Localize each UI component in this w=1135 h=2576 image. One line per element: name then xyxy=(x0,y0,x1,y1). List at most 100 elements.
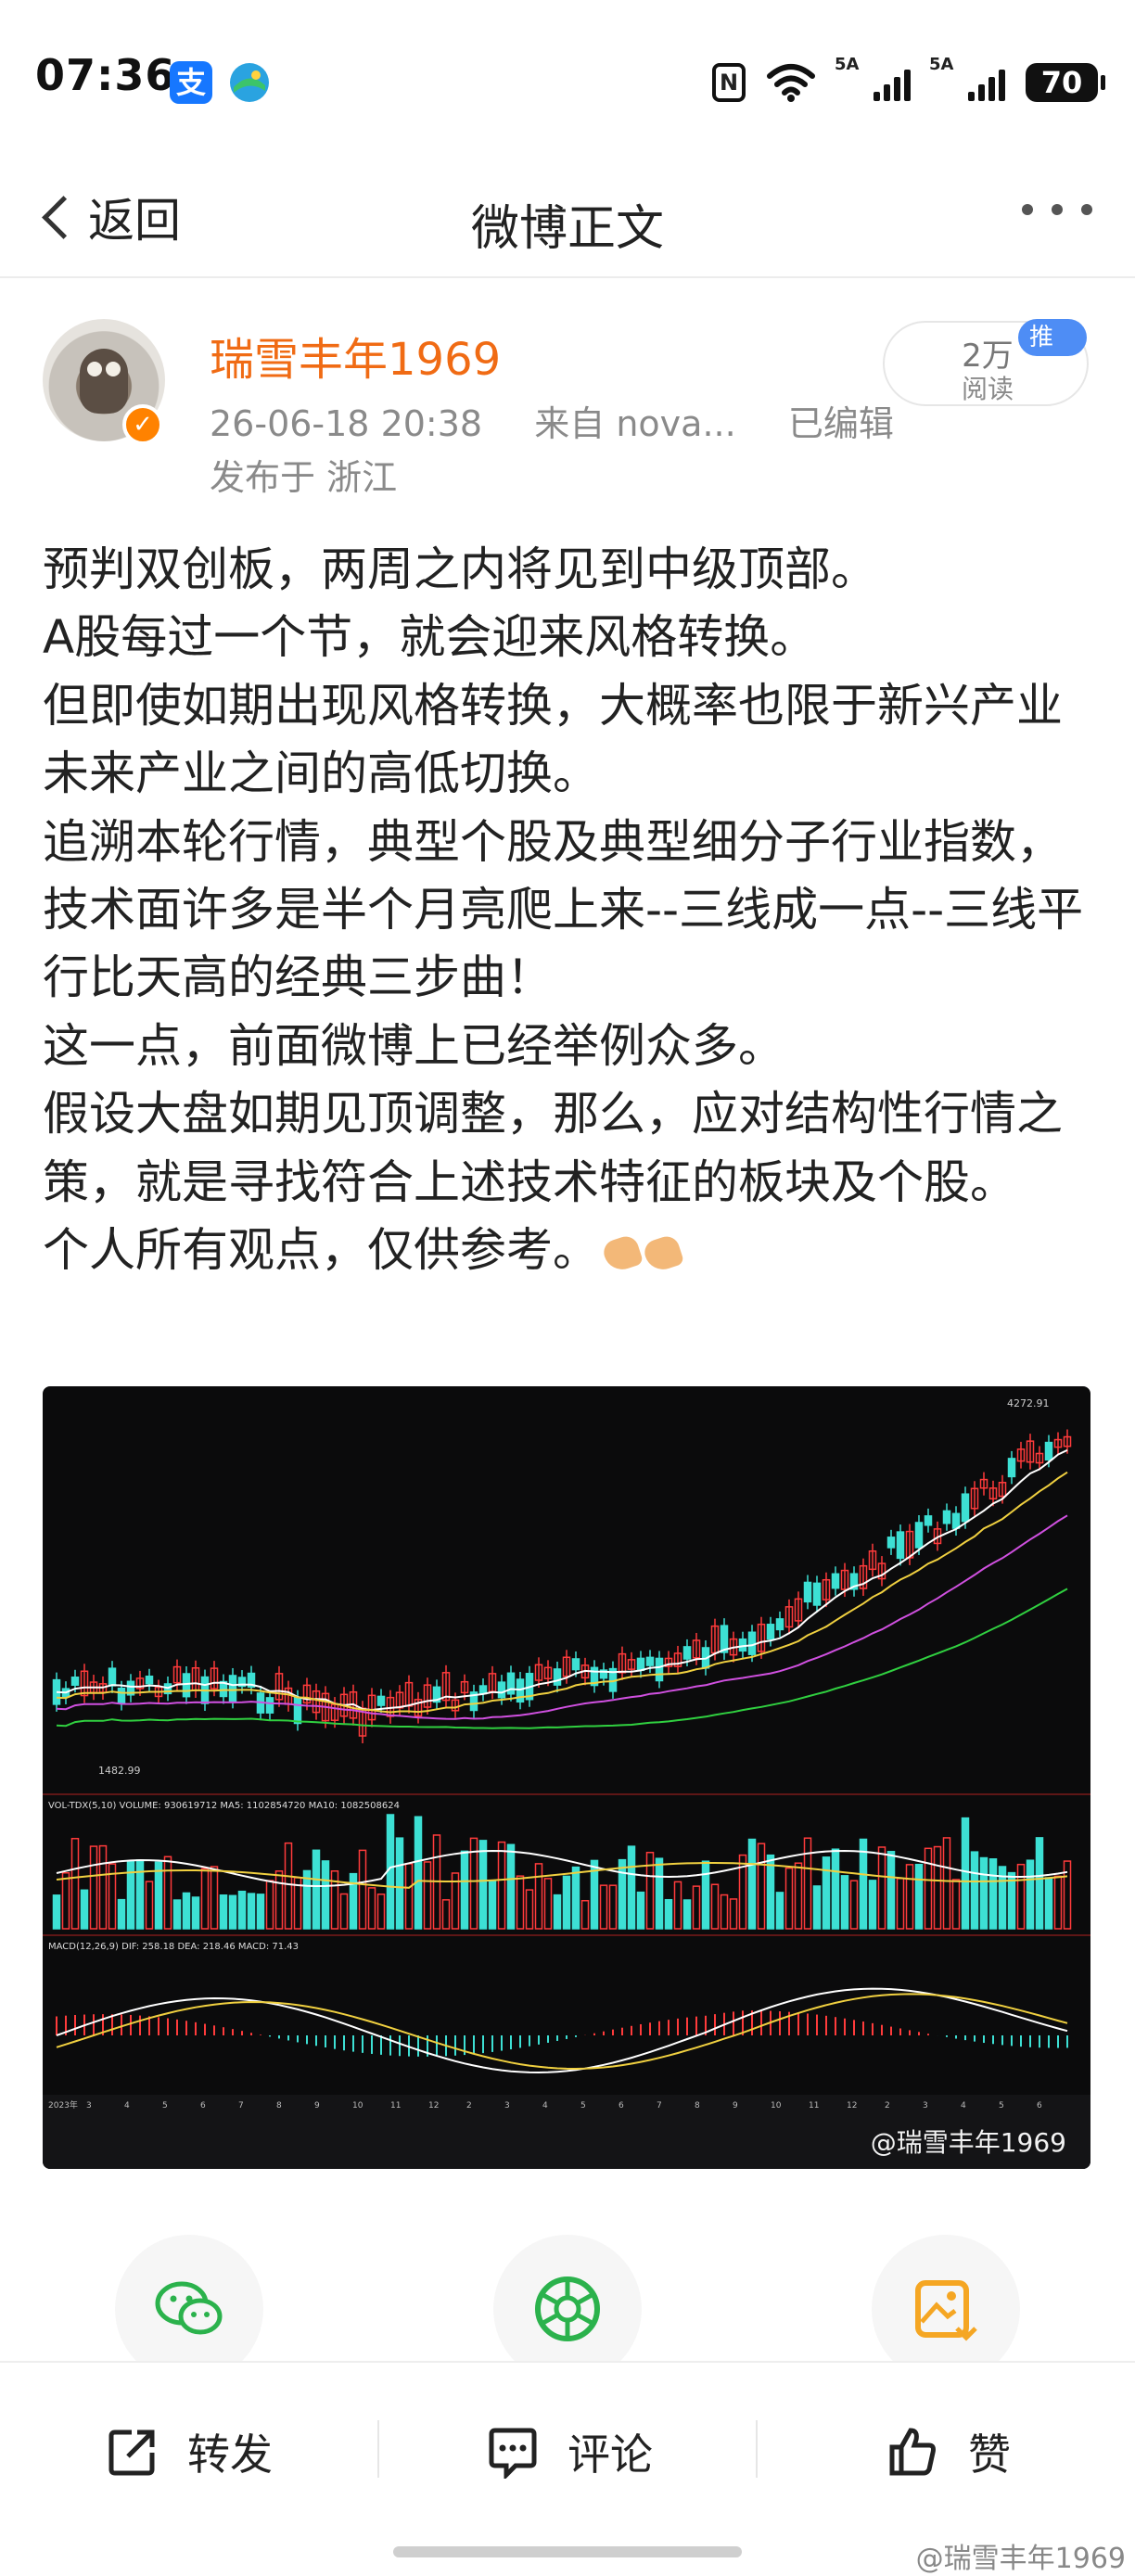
month-label: 2 xyxy=(885,2101,890,2111)
candle-body xyxy=(942,1510,951,1524)
volume-bar xyxy=(219,1894,228,1930)
more-options-button[interactable] xyxy=(1022,204,1092,215)
volume-bar xyxy=(61,1871,70,1930)
owl-figure xyxy=(80,349,128,414)
candle-body xyxy=(1007,1458,1016,1478)
volume-bar xyxy=(747,1838,757,1930)
volume-bar xyxy=(414,1816,423,1930)
volume-bar xyxy=(618,1858,627,1930)
volume-bar xyxy=(247,1893,256,1930)
repost-button[interactable]: 转发 xyxy=(106,2415,273,2489)
home-indicator[interactable] xyxy=(393,2546,742,2557)
month-label: 11 xyxy=(390,2101,401,2111)
volume-bar xyxy=(664,1898,673,1930)
post-line: 但即使如期出现风格转换，大概率也限于新兴产业未来产业之间的高低切换。 xyxy=(43,678,1063,801)
volume-bar xyxy=(1053,1875,1063,1930)
month-label: 6 xyxy=(1037,2101,1042,2111)
volume-bar xyxy=(126,1860,135,1930)
comment-button[interactable]: 评论 xyxy=(486,2415,653,2489)
status-bar: 07:36 支 N 5A 5A 70 xyxy=(0,0,1135,158)
volume-bar xyxy=(312,1849,321,1930)
volume-bar xyxy=(636,1891,645,1930)
candle-body xyxy=(655,1657,664,1682)
alipay-notification-icon: 支 xyxy=(170,61,212,104)
ma5-line xyxy=(56,1448,1068,1712)
month-label: 3 xyxy=(923,2101,928,2111)
month-label: 2023年 xyxy=(48,2099,78,2111)
candle-body xyxy=(803,1581,812,1603)
month-label: 7 xyxy=(657,2101,662,2111)
macd-dif-line xyxy=(56,1987,1068,2074)
post-author-header: ✓ 瑞雪丰年1969 26-06-18 20:38 来自 nova... 已编辑… xyxy=(0,276,1135,508)
page-watermark: @瑞雪丰年1969 xyxy=(915,2543,1126,2575)
volume-bar xyxy=(1044,1877,1053,1930)
month-label: 10 xyxy=(771,2101,782,2111)
volume-bar xyxy=(89,1845,98,1930)
volume-bar xyxy=(376,1894,386,1930)
volume-bar xyxy=(961,1817,970,1930)
volume-bar xyxy=(682,1899,692,1930)
volume-bar xyxy=(441,1899,451,1930)
candle-body xyxy=(831,1573,840,1589)
edited-label: 已编辑 xyxy=(787,403,894,444)
volume-bar xyxy=(580,1899,590,1930)
volume-bar xyxy=(979,1856,988,1930)
volume-bar xyxy=(608,1884,618,1930)
volume-bar xyxy=(886,1851,896,1930)
page-title: 微博正文 xyxy=(470,201,664,257)
comment-icon xyxy=(489,2428,537,2479)
promo-badge[interactable]: 推广 xyxy=(1018,319,1087,389)
month-label: 5 xyxy=(999,2101,1004,2111)
candle-body xyxy=(553,1668,562,1686)
month-label: 10 xyxy=(352,2101,363,2111)
month-label: 9 xyxy=(733,2101,738,2111)
volume-bar xyxy=(256,1894,265,1930)
volume-bar xyxy=(822,1856,831,1930)
volume-bar xyxy=(52,1894,61,1930)
price-low-label: 1482.99 xyxy=(98,1765,141,1777)
like-button[interactable]: 赞 xyxy=(886,2415,1011,2489)
image-watermark: @瑞雪丰年1969 xyxy=(870,2127,1066,2158)
candle-body xyxy=(145,1676,154,1685)
month-label: 5 xyxy=(162,2101,168,2111)
post-line: 这一点，前面微博上已经举例众多。 xyxy=(43,1018,784,1073)
volume-bar xyxy=(145,1881,154,1930)
status-icons: N 5A 5A 70 xyxy=(712,55,1105,106)
volume-bar xyxy=(766,1854,775,1930)
volume-bar xyxy=(284,1842,293,1930)
volume-bar xyxy=(154,1861,163,1930)
repost-label: 转发 xyxy=(187,2429,273,2480)
volume-bar xyxy=(423,1861,432,1930)
candle-body xyxy=(951,1512,961,1529)
volume-bar xyxy=(237,1890,247,1930)
month-label: 9 xyxy=(314,2101,320,2111)
volume-bar xyxy=(349,1872,358,1930)
volume-bar xyxy=(673,1881,682,1930)
month-label: 5 xyxy=(580,2101,586,2111)
candle-body xyxy=(1044,1441,1053,1461)
save-image-icon xyxy=(915,2280,977,2341)
status-time: 07:36 xyxy=(35,50,176,100)
candle-body xyxy=(961,1493,970,1523)
volume-bar xyxy=(135,1859,145,1930)
wechat-icon xyxy=(155,2281,223,2335)
volume-bar xyxy=(358,1849,367,1930)
top-nav-bar: 返回 微博正文 xyxy=(0,158,1135,278)
candle-body xyxy=(636,1657,645,1672)
author-name[interactable]: 瑞雪丰年1969 xyxy=(210,323,501,388)
volume-bar xyxy=(1035,1837,1044,1930)
volume-bar xyxy=(1016,1863,1026,1930)
volume-bar xyxy=(692,1885,701,1930)
volume-bar xyxy=(877,1846,886,1930)
volume-bar xyxy=(757,1843,766,1930)
candle-body xyxy=(747,1631,757,1655)
volume-bar xyxy=(812,1885,822,1930)
macd-dea-line xyxy=(56,1993,1068,2071)
post-image-stock-chart[interactable]: 1482.99 4272.91 VOL-TDX(5,10) VOLUME: 9306… xyxy=(43,1386,1090,2169)
volume-bar xyxy=(200,1868,210,1930)
volume-bar xyxy=(1026,1859,1035,1930)
month-label: 2 xyxy=(466,2101,472,2111)
read-count-box[interactable]: 2万 阅读 推广 xyxy=(883,319,1089,406)
candle-body xyxy=(497,1681,506,1699)
post-meta: 26-06-18 20:38 来自 nova... 已编辑 xyxy=(210,395,894,446)
